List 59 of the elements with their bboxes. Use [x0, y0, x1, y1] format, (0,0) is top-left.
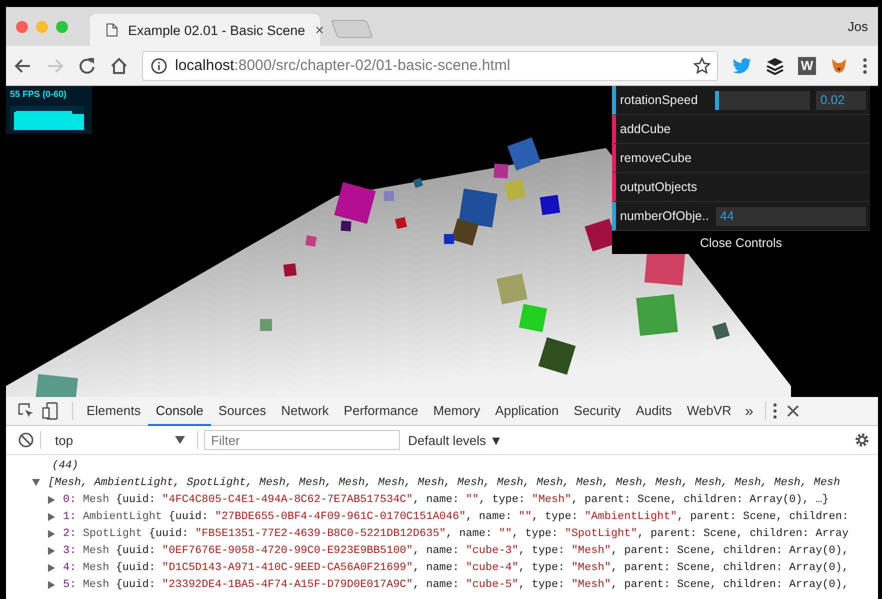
layers-icon[interactable] [766, 56, 784, 74]
dropdown-icon [175, 436, 185, 444]
devtools-tab[interactable]: Sources [210, 396, 274, 426]
inspect-icon[interactable] [18, 403, 34, 419]
devtools-tab[interactable]: Memory [426, 396, 488, 426]
value-field[interactable]: 44 [716, 206, 866, 226]
expand-arrow-icon[interactable] [48, 512, 55, 520]
profile-name[interactable]: Jos [848, 19, 868, 34]
console-entry[interactable]: 1: AmbientLight {uuid: "27BDE655-0BF4-4F09-961C-0170C151A046", name: "", type: "AmbientLight", parent: Scene, children: [63, 510, 849, 522]
action-button[interactable]: removeCube [620, 151, 692, 165]
close-icon[interactable] [786, 404, 800, 418]
settings-icon[interactable] [854, 432, 870, 448]
bird-icon[interactable] [732, 56, 752, 74]
expand-arrow-icon[interactable] [48, 530, 55, 538]
console-entry[interactable]: 2: SpotLight {uuid: "FB5E1351-77E2-4639-B8C0-5221DB12D635", name: "", type: "SpotLight", parent: Scene, children: Array [63, 528, 849, 540]
console-entry[interactable]: 4: Mesh {uuid: "D1C5D143-A971-410C-9EED-CA56A0F21699", name: "cube-4", type: "Mesh", parent: Scene, children: Array(0), [63, 562, 849, 574]
control-label: rotationSpeed [620, 93, 699, 107]
action-button[interactable]: addCube [620, 122, 671, 136]
fps-label: 55 FPS (0-60) [10, 88, 68, 100]
home-icon[interactable] [110, 56, 128, 74]
collapse-arrow-icon[interactable] [32, 479, 40, 486]
devtools-tab[interactable]: Network [274, 396, 336, 426]
menu-icon[interactable] [862, 56, 868, 74]
menu-icon[interactable] [772, 402, 778, 420]
fox-icon[interactable] [830, 56, 848, 74]
control-label: numberOfObje.. [620, 209, 710, 223]
devtools-tab[interactable]: Audits [628, 396, 680, 426]
expand-arrow-icon[interactable] [48, 546, 55, 554]
devtools-tab[interactable]: Console [148, 396, 211, 426]
console-entry[interactable]: 5: Mesh {uuid: "23392DE4-1BA5-4F74-A15F-D79D0E017A9C", name: "cube-5", type: "Mesh", parent: Scene, children: Array(0), [63, 578, 849, 590]
clear-console-icon[interactable] [18, 432, 34, 448]
action-button[interactable]: outputObjects [620, 180, 698, 194]
levels-dropdown[interactable]: Default levels ▼ [408, 432, 503, 448]
devtools-tab[interactable]: Application [488, 396, 566, 426]
context-select[interactable]: top [47, 432, 191, 448]
devtools-tab[interactable]: Security [566, 396, 628, 426]
more-tabs-button[interactable]: » [738, 402, 760, 420]
value-field[interactable]: 0.02 [816, 90, 866, 110]
filter-field[interactable]: Filter [204, 430, 400, 450]
devtools-tab[interactable]: Performance [336, 396, 426, 426]
page-icon [106, 23, 118, 37]
devtools-tab[interactable]: WebVR [679, 396, 739, 426]
info-icon[interactable] [151, 58, 167, 74]
slider-track[interactable] [715, 90, 810, 110]
console-entry[interactable]: 3: Mesh {uuid: "0EF7676E-9058-4720-99C0-E923E9BB5100", name: "cube-3", type: "Mesh", parent: Scene, children: Array(0), [63, 544, 849, 556]
extension-button[interactable]: W [798, 56, 816, 74]
back-icon[interactable] [14, 56, 32, 74]
reload-icon[interactable] [78, 56, 96, 74]
array-length: (44) [51, 460, 78, 472]
devtools-tab[interactable]: Elements [79, 396, 148, 426]
expand-arrow-icon[interactable] [48, 564, 55, 572]
star-icon[interactable] [693, 56, 711, 74]
console-entry[interactable]: 0: Mesh {uuid: "4FC4C805-C4E1-494A-8C62-7E7AB517534C", name: "", type: "Mesh", parent: Scene, children: Array(0), …} [63, 494, 829, 506]
close-controls-button[interactable]: Close Controls [612, 231, 870, 254]
expand-arrow-icon[interactable] [48, 496, 55, 504]
address-bar[interactable]: localhost:8000/src/chapter-02/01-basic-scene.html [142, 50, 718, 80]
expand-arrow-icon[interactable] [48, 580, 55, 588]
array-summary: [Mesh, AmbientLight, SpotLight, Mesh, Mesh, Mesh, Mesh, Mesh, Mesh, Mesh, Mesh, Mesh, Mesh, Mesh, Mesh, Mesh, Mesh, Mesh [48, 476, 840, 488]
device-icon[interactable] [42, 402, 58, 420]
